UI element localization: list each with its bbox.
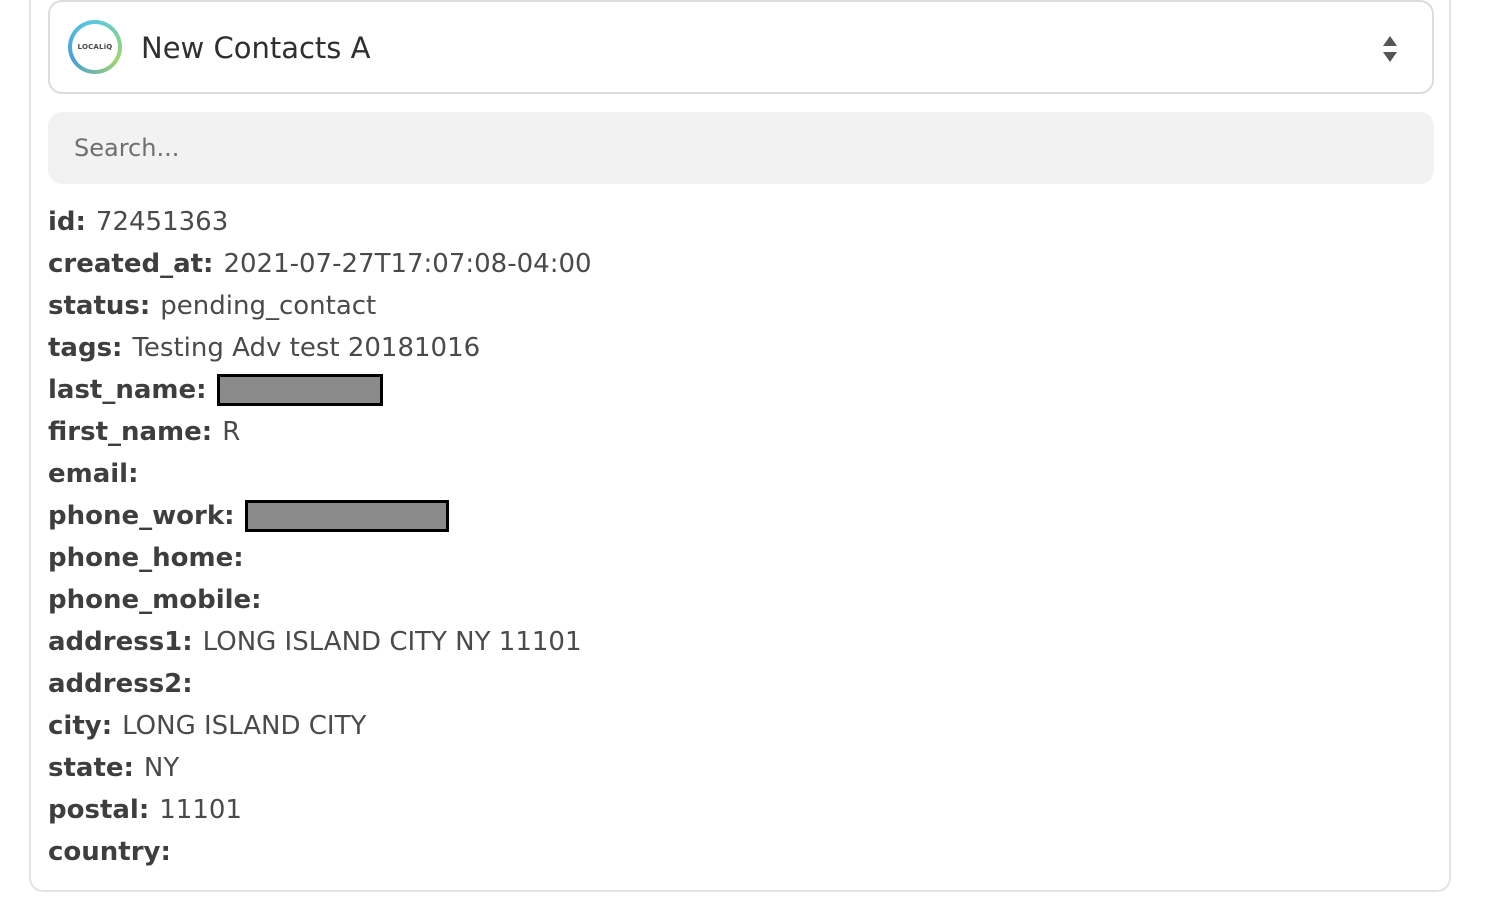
search-input[interactable] xyxy=(48,112,1434,184)
localiq-logo: LOCALiQ xyxy=(68,20,122,74)
field-row-tags: tags: Testing Adv test 20181016 xyxy=(48,327,1428,369)
field-row-phone-work: phone_work: xyxy=(48,495,1428,537)
field-row-status: status: pending_contact xyxy=(48,285,1428,327)
field-row-state: state: NY xyxy=(48,747,1428,789)
field-value: LONG ISLAND CITY NY 11101 xyxy=(202,627,582,657)
field-key: tags: xyxy=(48,333,123,363)
field-row-phone-home: phone_home: xyxy=(48,537,1428,579)
field-row-first-name: first_name: R xyxy=(48,411,1428,453)
selector-title: New Contacts A xyxy=(141,31,371,65)
field-value: Testing Adv test 20181016 xyxy=(132,333,481,363)
field-key: email: xyxy=(48,459,139,489)
field-key: phone_home: xyxy=(48,543,244,573)
field-key: city: xyxy=(48,711,113,741)
field-key: phone_mobile: xyxy=(48,585,262,615)
field-row-country: country: xyxy=(48,831,1428,873)
field-key: state: xyxy=(48,753,134,783)
field-value: 72451363 xyxy=(95,207,229,237)
field-key: status: xyxy=(48,291,151,321)
field-key: created_at: xyxy=(48,249,214,279)
field-row-created-at: created_at: 2021-07-27T17:07:08-04:00 xyxy=(48,243,1428,285)
field-row-email: email: xyxy=(48,453,1428,495)
record-selector-dropdown[interactable]: LOCALiQ New Contacts A xyxy=(48,0,1434,94)
field-key: first_name: xyxy=(48,417,213,447)
field-value: R xyxy=(222,417,241,447)
field-row-id: id: 72451363 xyxy=(48,201,1428,243)
field-key: country: xyxy=(48,837,171,867)
logo-text: LOCALiQ xyxy=(72,24,118,70)
field-row-address1: address1: LONG ISLAND CITY NY 11101 xyxy=(48,621,1428,663)
field-row-phone-mobile: phone_mobile: xyxy=(48,579,1428,621)
field-value: 11101 xyxy=(159,795,242,825)
field-row-city: city: LONG ISLAND CITY xyxy=(48,705,1428,747)
sort-updown-icon xyxy=(1383,36,1397,62)
field-key: phone_work: xyxy=(48,501,235,531)
field-key: postal: xyxy=(48,795,150,825)
redaction-box xyxy=(244,500,449,532)
field-row-last-name: last_name: xyxy=(48,369,1428,411)
field-key: address2: xyxy=(48,669,193,699)
field-key: last_name: xyxy=(48,375,207,405)
field-value: LONG ISLAND CITY xyxy=(122,711,367,741)
redaction-box xyxy=(216,374,383,406)
field-row-postal: postal: 11101 xyxy=(48,789,1428,831)
field-key: address1: xyxy=(48,627,193,657)
field-value: 2021-07-27T17:07:08-04:00 xyxy=(223,249,592,279)
field-key: id: xyxy=(48,207,86,237)
field-value: NY xyxy=(143,753,180,783)
record-field-list: id: 72451363 created_at: 2021-07-27T17:0… xyxy=(48,201,1428,873)
field-row-address2: address2: xyxy=(48,663,1428,705)
field-value: pending_contact xyxy=(160,291,377,321)
